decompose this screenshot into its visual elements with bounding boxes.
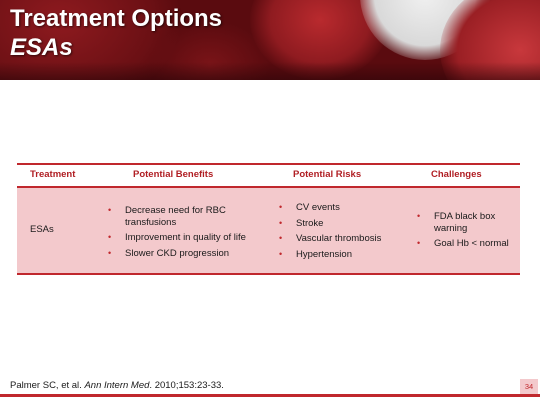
risks-list: • CV events • Stroke • Vascular thrombosis … [279,202,399,264]
header-treatment: Treatment [30,169,76,180]
bullet-icon: • [108,247,112,258]
bullet-icon: • [108,205,112,215]
footer-rule [0,394,540,397]
bullet-icon: • [279,217,283,228]
list-item: • Stroke [279,217,324,229]
benefits-list: • Decrease need for RBC transfusions • Imp… [108,205,258,263]
bullet-icon: • [417,238,421,248]
page-number: 34 [520,379,538,394]
citation: Palmer SC, et al. Ann Intern Med. 2010;1… [10,380,224,391]
header-potential-risks: Potential Risks [293,169,362,180]
treatment-cell: ESAs [30,224,54,235]
bullet-icon: • [108,232,112,242]
list-item: • CV events [279,202,340,213]
journal-name: Ann Intern Med [84,380,150,391]
bullet-icon: • [279,202,283,212]
list-item: • Goal Hb < normal [417,238,509,249]
table-row: ESAs • Decrease need for RBC transfusions… [17,188,520,275]
list-item: • FDA black box warning [417,211,496,234]
banner-shade [0,62,540,80]
bullet-icon: • [417,211,421,221]
list-item: • Slower CKD progression [108,247,230,259]
list-item: • Hypertension [279,248,352,260]
slide-subtitle: ESAs [10,34,73,61]
list-item: • Decrease need for RBC transfusions [108,205,226,228]
treatment-table: Treatment Potential Benefits Potential R… [17,163,520,275]
bullet-icon: • [279,248,283,259]
bullet-icon: • [279,233,283,243]
title-banner: Treatment Options ESAs [0,0,540,80]
header-potential-benefits: Potential Benefits [133,169,214,180]
list-item: • Improvement in quality of life [108,232,246,243]
challenges-list: • FDA black box warning • Goal Hb < normal [417,211,517,254]
slide-title: Treatment Options [10,5,223,32]
header-challenges: Challenges [431,169,482,180]
table-header-row: Treatment Potential Benefits Potential R… [17,163,520,188]
list-item: • Vascular thrombosis [279,233,382,244]
